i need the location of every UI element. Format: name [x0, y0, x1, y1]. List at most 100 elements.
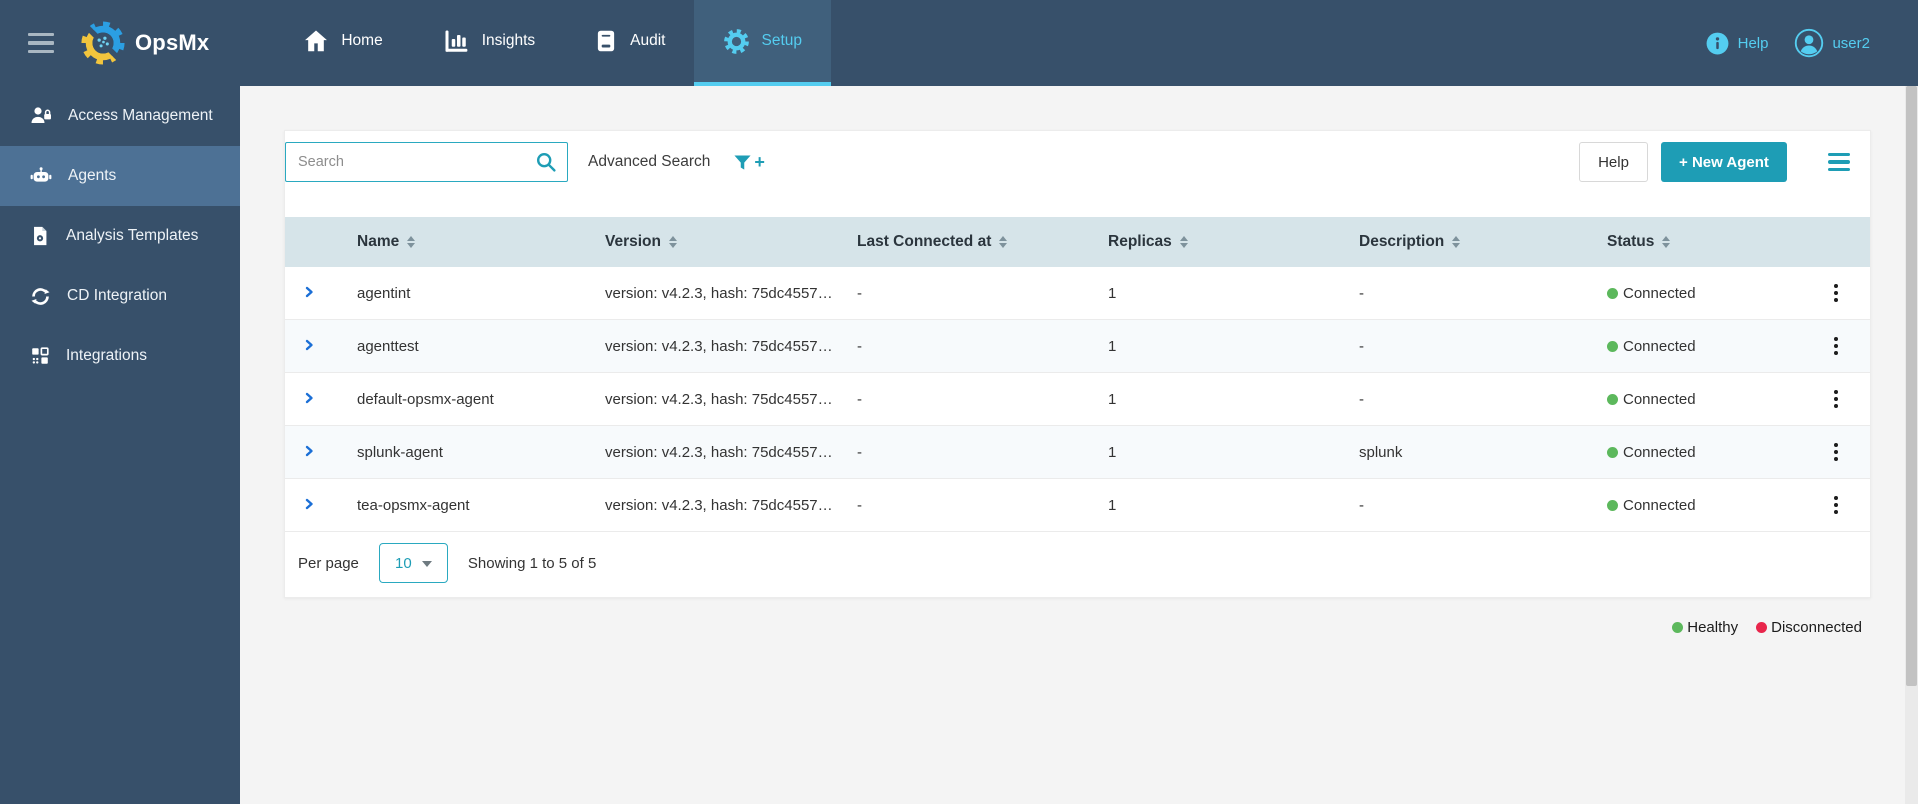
- expand-row-icon[interactable]: [303, 286, 315, 298]
- new-agent-button[interactable]: + New Agent: [1661, 142, 1787, 182]
- sort-icon[interactable]: [1662, 236, 1671, 248]
- scrollbar[interactable]: [1905, 86, 1918, 804]
- sidebar-item-integrations[interactable]: Integrations: [0, 326, 240, 386]
- sidebar-item-label: Analysis Templates: [66, 227, 199, 244]
- expand-row-icon[interactable]: [303, 392, 315, 404]
- expand-row-icon[interactable]: [303, 498, 315, 510]
- showing-text: Showing 1 to 5 of 5: [467, 554, 597, 572]
- cell-replicas: 1: [1108, 337, 1117, 355]
- navbar-left: OpsMx: [0, 0, 209, 86]
- column-description[interactable]: Description: [1359, 233, 1607, 251]
- table-row[interactable]: default-opsmx-agent version: v4.2.3, has…: [285, 373, 1870, 426]
- cell-version: version: v4.2.3, hash: 75dc4557…: [605, 390, 833, 408]
- plus-glyph: +: [754, 151, 765, 172]
- tab-home[interactable]: Home: [273, 0, 411, 86]
- table-row[interactable]: tea-opsmx-agent version: v4.2.3, hash: 7…: [285, 479, 1870, 532]
- cell-last-connected: -: [857, 390, 862, 408]
- cell-version: version: v4.2.3, hash: 75dc4557…: [605, 496, 833, 514]
- sort-icon[interactable]: [999, 236, 1008, 248]
- list-menu-icon[interactable]: [1828, 152, 1850, 172]
- avatar-icon: [1795, 28, 1824, 58]
- column-version[interactable]: Version: [605, 233, 857, 251]
- cell-status: Connected: [1607, 444, 1801, 461]
- per-page-select[interactable]: 10: [378, 543, 448, 583]
- menu-icon[interactable]: [28, 32, 54, 54]
- tab-setup[interactable]: Setup: [694, 0, 831, 86]
- cell-status: Connected: [1607, 497, 1801, 514]
- help-button[interactable]: Help: [1579, 142, 1648, 182]
- table-row[interactable]: agentint version: v4.2.3, hash: 75dc4557…: [285, 267, 1870, 320]
- search-input[interactable]: [285, 142, 568, 182]
- help-link[interactable]: Help: [1705, 31, 1768, 56]
- status-dot-connected: [1607, 287, 1618, 299]
- sidebar-item-label: Integrations: [66, 347, 147, 364]
- cell-replicas: 1: [1108, 443, 1117, 461]
- cell-last-connected: -: [857, 496, 862, 514]
- sort-icon[interactable]: [669, 236, 677, 248]
- row-actions-icon[interactable]: [1801, 443, 1870, 461]
- row-actions-icon[interactable]: [1801, 337, 1870, 355]
- cell-last-connected: -: [857, 337, 862, 355]
- sidebar-item-label: Access Management: [68, 107, 213, 124]
- table-row[interactable]: agenttest version: v4.2.3, hash: 75dc455…: [285, 320, 1870, 373]
- search-icon[interactable]: [534, 150, 558, 174]
- sidebar-item-agents[interactable]: Agents: [0, 146, 240, 206]
- tab-insights[interactable]: Insights: [412, 0, 564, 86]
- cell-description: -: [1359, 390, 1364, 408]
- sidebar-item-cd-integration[interactable]: CD Integration: [0, 266, 240, 326]
- healthy-dot-icon: [1672, 622, 1684, 633]
- cell-last-connected: -: [857, 284, 862, 302]
- row-actions-icon[interactable]: [1801, 284, 1870, 302]
- tab-label: Insights: [481, 32, 536, 49]
- sort-icon[interactable]: [1179, 236, 1188, 248]
- cell-description: -: [1359, 337, 1364, 355]
- cell-name: agentint: [357, 284, 411, 302]
- opsmx-logo-icon: [81, 21, 125, 65]
- brand[interactable]: OpsMx: [80, 20, 209, 66]
- gear-icon: [724, 28, 750, 54]
- cell-description: splunk: [1359, 443, 1403, 461]
- per-page-value: 10: [395, 554, 412, 572]
- column-replicas[interactable]: Replicas: [1108, 233, 1359, 251]
- row-actions-icon[interactable]: [1801, 496, 1870, 514]
- sidebar-item-access-management[interactable]: Access Management: [0, 86, 240, 146]
- navbar-right: Help user2: [1705, 0, 1918, 86]
- sidebar: Access Management Agents Analysis Templa…: [0, 86, 240, 804]
- column-last-connected[interactable]: Last Connected at: [857, 233, 1108, 251]
- column-name[interactable]: Name: [357, 233, 605, 251]
- cell-replicas: 1: [1108, 390, 1117, 408]
- expand-row-icon[interactable]: [303, 339, 315, 351]
- cell-version: version: v4.2.3, hash: 75dc4557…: [605, 443, 833, 461]
- agents-panel: Advanced Search + Help + New Agent: [284, 130, 1871, 598]
- table-header: Name Version Last Connected at Replicas …: [285, 217, 1870, 267]
- per-page-label: Per page: [298, 554, 359, 572]
- filter-plus-icon[interactable]: +: [732, 152, 765, 173]
- table-row[interactable]: splunk-agent version: v4.2.3, hash: 75dc…: [285, 426, 1870, 479]
- status-dot-connected: [1607, 340, 1618, 352]
- status-legend: Healthy Disconnected: [284, 619, 1871, 636]
- tab-audit[interactable]: Audit: [564, 0, 694, 86]
- row-actions-icon[interactable]: [1801, 390, 1870, 408]
- legend-healthy: Healthy: [1672, 619, 1738, 636]
- scrollbar-thumb[interactable]: [1906, 86, 1917, 686]
- legend-disconnected: Disconnected: [1756, 619, 1862, 636]
- sort-icon[interactable]: [407, 236, 416, 248]
- agents-toolbar: Advanced Search + Help + New Agent: [285, 131, 1870, 182]
- cell-description: -: [1359, 496, 1364, 514]
- tab-label: Setup: [761, 32, 802, 49]
- sidebar-item-analysis-templates[interactable]: Analysis Templates: [0, 206, 240, 266]
- cell-name: default-opsmx-agent: [357, 390, 494, 408]
- search-box: [285, 142, 568, 182]
- pagination: Per page 10 Showing 1 to 5 of 5: [285, 543, 1870, 597]
- home-icon: [305, 30, 328, 52]
- cell-replicas: 1: [1108, 284, 1117, 302]
- cell-status: Connected: [1607, 338, 1801, 355]
- sort-icon[interactable]: [1452, 236, 1461, 248]
- user-menu[interactable]: user2: [1794, 28, 1870, 58]
- column-status[interactable]: Status: [1607, 233, 1801, 251]
- advanced-search-link[interactable]: Advanced Search: [588, 153, 710, 171]
- apps-grid-icon: [32, 347, 49, 364]
- expand-row-icon[interactable]: [303, 445, 315, 457]
- cell-description: -: [1359, 284, 1364, 302]
- bar-chart-icon: [445, 30, 468, 52]
